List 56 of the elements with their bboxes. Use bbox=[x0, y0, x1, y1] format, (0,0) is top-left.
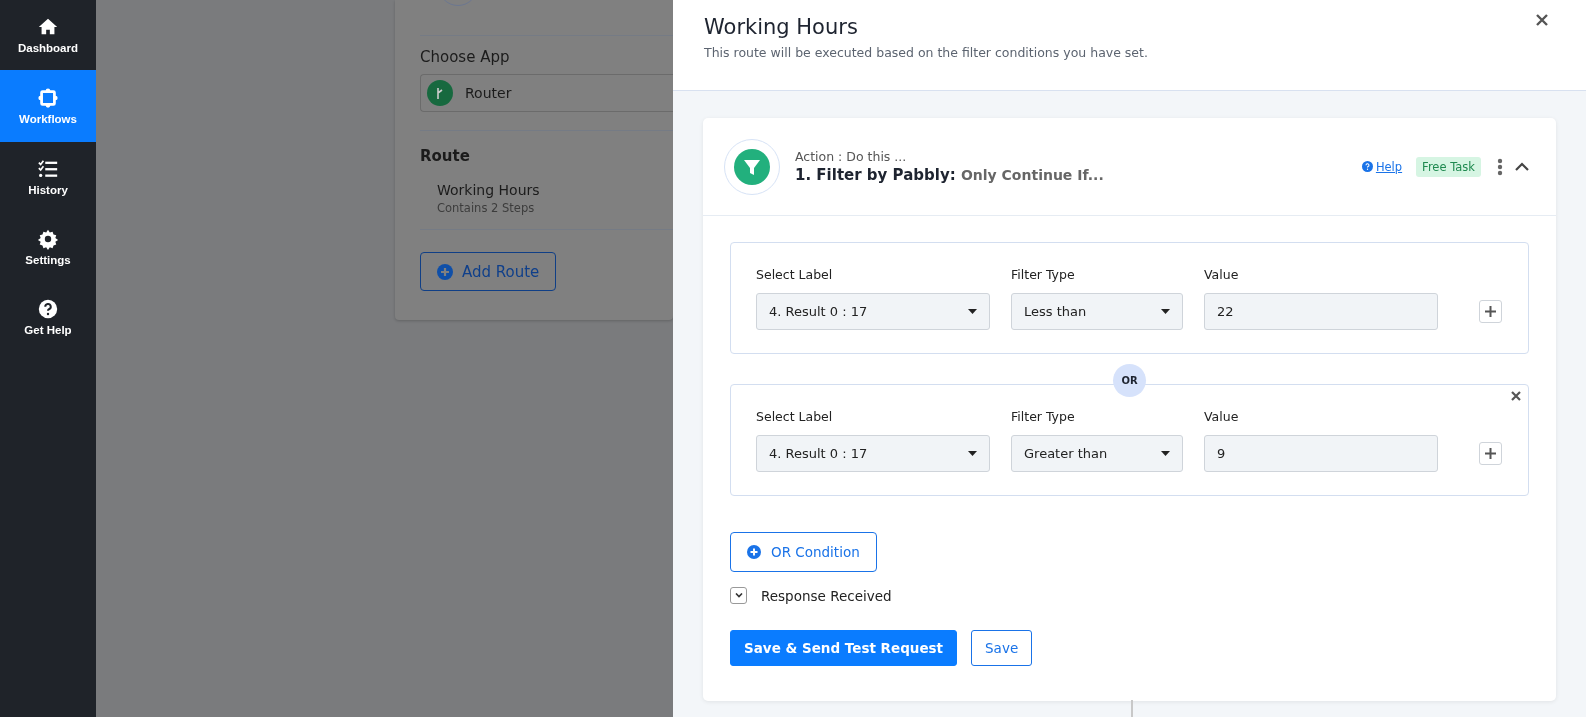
route-name[interactable]: Working Hours bbox=[437, 182, 673, 198]
select-field[interactable]: Less than bbox=[1011, 293, 1183, 330]
or-condition-button[interactable]: OR Condition bbox=[730, 532, 877, 572]
input-field[interactable]: 9 bbox=[1204, 435, 1438, 472]
filter-icon bbox=[734, 148, 770, 185]
nav-item[interactable]: Settings bbox=[0, 212, 96, 282]
collapse-chevron-icon[interactable] bbox=[1515, 162, 1529, 171]
add-rule-button[interactable] bbox=[1479, 300, 1502, 323]
dropdown-caret-icon bbox=[968, 451, 977, 456]
field-label: Select Label bbox=[756, 267, 834, 282]
input-field[interactable]: 22 bbox=[1204, 293, 1438, 330]
help-link[interactable]: Help bbox=[1361, 159, 1403, 174]
step-title: 1. Filter by Pabbly: Only Continue If... bbox=[795, 166, 1105, 184]
nav-item[interactable]: History bbox=[0, 142, 96, 212]
task-badge: Free Task bbox=[1416, 156, 1481, 177]
dropdown-caret-icon bbox=[1161, 309, 1170, 314]
select-field[interactable]: Greater than bbox=[1011, 435, 1183, 472]
field-label: Value bbox=[1204, 267, 1240, 282]
section-heading: Route bbox=[420, 147, 471, 165]
remove-icon[interactable] bbox=[1511, 391, 1521, 401]
help-icon bbox=[37, 298, 59, 320]
field-label: Select Label bbox=[756, 409, 834, 424]
send-test-button[interactable]: Save & Send Test Request bbox=[730, 630, 958, 666]
add-rule-button[interactable] bbox=[1479, 442, 1502, 465]
dropdown-caret-icon bbox=[968, 309, 977, 314]
plus-circle-icon bbox=[437, 263, 453, 280]
or-badge: OR bbox=[1113, 363, 1146, 397]
nav-item[interactable]: Dashboard bbox=[0, 0, 96, 70]
kebab-menu-icon bbox=[1497, 157, 1503, 176]
field-label: Filter Type bbox=[1011, 409, 1076, 424]
drawer-title: Working Hours bbox=[704, 15, 858, 39]
gear-icon bbox=[37, 228, 59, 250]
step-kicker: Action : Do this ... bbox=[795, 149, 908, 164]
route-steps: Contains 2 Steps bbox=[437, 201, 673, 215]
field-label: Filter Type bbox=[1011, 267, 1076, 282]
plus-icon bbox=[1485, 448, 1496, 459]
drawer-subtitle: This route will be executed based on the filter conditions you have set. bbox=[704, 45, 1149, 60]
dropdown-caret-icon bbox=[1161, 451, 1170, 456]
app-select-field[interactable]: Router bbox=[420, 74, 673, 112]
field-label: Choose App bbox=[420, 48, 511, 66]
select-field[interactable]: 4. Result 0 : 17 bbox=[756, 435, 990, 472]
select-field[interactable]: 4. Result 0 : 17 bbox=[756, 293, 990, 330]
nav-item[interactable]: Workflows bbox=[0, 70, 96, 142]
router-icon bbox=[427, 80, 453, 106]
nav-item[interactable]: Get Help bbox=[0, 282, 96, 352]
help-icon bbox=[1361, 161, 1373, 172]
expand-toggle[interactable] bbox=[730, 587, 747, 604]
checklist-icon bbox=[37, 158, 59, 180]
workflow-icon bbox=[37, 87, 59, 109]
plus-icon bbox=[1485, 306, 1496, 317]
section-label: Response Received bbox=[761, 587, 892, 604]
field-label: Value bbox=[1204, 409, 1240, 424]
plus-circle-icon bbox=[747, 545, 761, 559]
save-button[interactable]: Save bbox=[971, 630, 1033, 666]
close-icon[interactable] bbox=[1536, 14, 1548, 26]
chevron-down-icon bbox=[734, 593, 743, 598]
